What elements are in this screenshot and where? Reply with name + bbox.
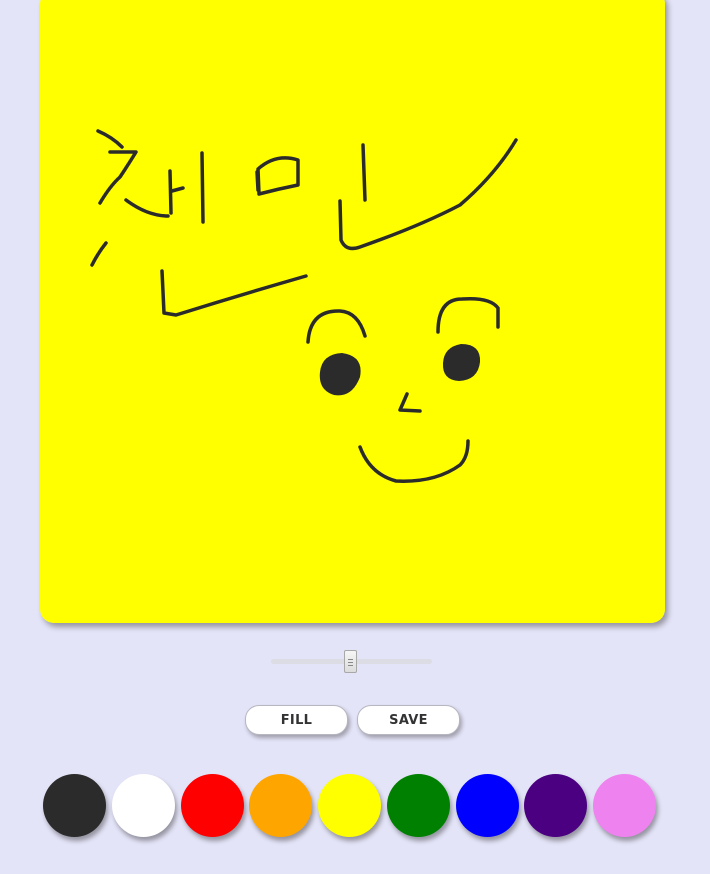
color-swatch-red[interactable]: [181, 774, 244, 837]
slider-thumb[interactable]: [344, 650, 357, 673]
drawing-app: FILL SAVE: [0, 0, 710, 874]
color-swatch-green[interactable]: [387, 774, 450, 837]
stroke-min-vowel: [361, 143, 367, 202]
canvas-background: [40, 0, 665, 623]
color-swatch-orange[interactable]: [249, 774, 312, 837]
slider-grip-line: [348, 662, 353, 663]
color-swatch-white[interactable]: [112, 774, 175, 837]
brush-size-slider[interactable]: [271, 650, 432, 673]
color-swatch-blue[interactable]: [456, 774, 519, 837]
color-swatch-violet[interactable]: [593, 774, 656, 837]
color-swatch-black[interactable]: [43, 774, 106, 837]
color-swatch-yellow[interactable]: [318, 774, 381, 837]
slider-grip-line: [348, 659, 353, 660]
color-palette: [43, 774, 667, 838]
drawing-canvas[interactable]: [40, 0, 665, 623]
save-button[interactable]: SAVE: [357, 705, 460, 735]
fill-button[interactable]: FILL: [245, 705, 348, 735]
stroke-chae-vowel-right: [200, 151, 205, 224]
color-swatch-indigo[interactable]: [524, 774, 587, 837]
stroke-min-box-left: [255, 170, 260, 192]
slider-grip-line: [348, 665, 353, 666]
drawing-surface[interactable]: [40, 0, 665, 623]
